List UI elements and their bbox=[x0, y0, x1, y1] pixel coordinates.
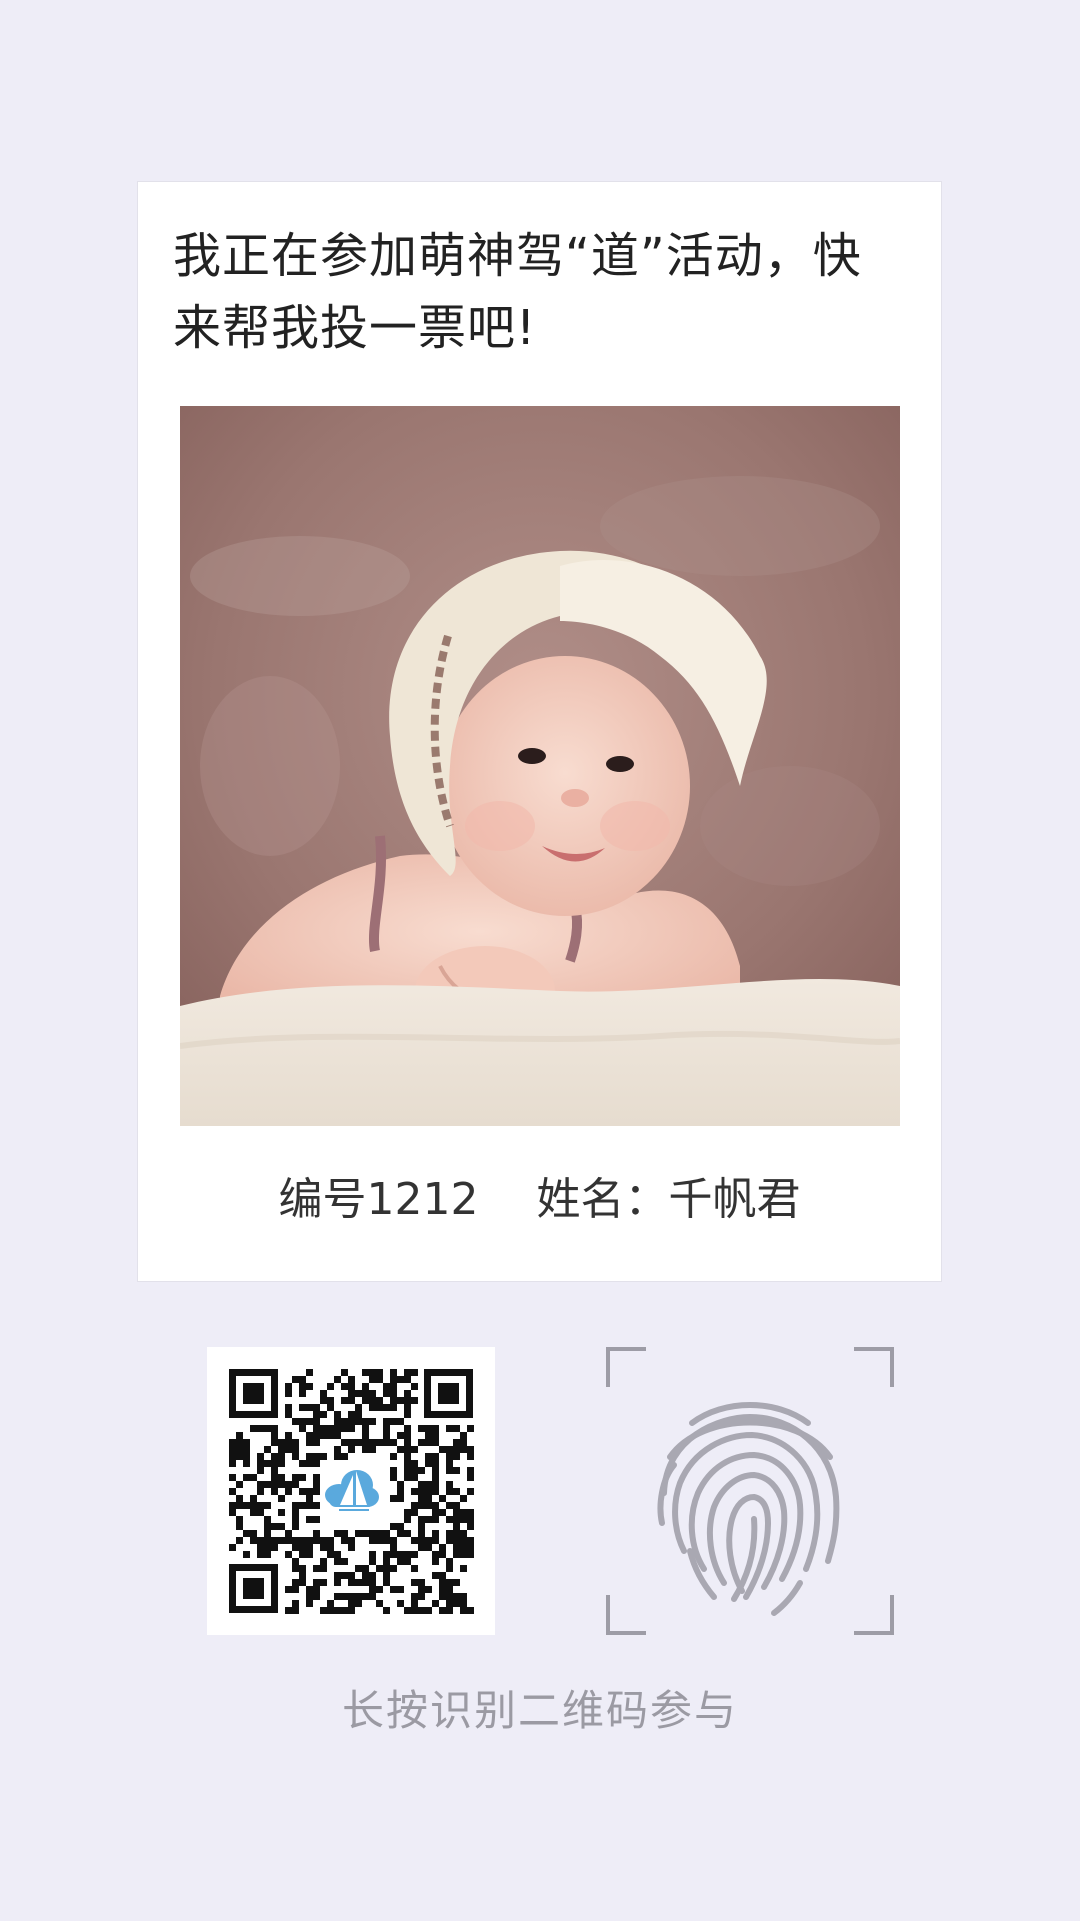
entry-info: 编号1212 姓名：千帆君 bbox=[138, 1170, 941, 1230]
vote-card: 我正在参加萌神驾“道”活动，快 来帮我投一票吧! 编号1212 姓名：千帆君 bbox=[137, 181, 942, 1282]
qr-code[interactable] bbox=[207, 1347, 495, 1635]
baby-photo bbox=[180, 406, 900, 1126]
headline-line-2: 来帮我投一票吧! bbox=[173, 300, 537, 356]
fingerprint-scan-area[interactable] bbox=[606, 1347, 894, 1635]
entry-name: 姓名：千帆君 bbox=[536, 1174, 801, 1225]
fingerprint-icon bbox=[606, 1347, 894, 1635]
scan-hint-text: 长按识别二维码参与 bbox=[341, 1686, 738, 1735]
vote-invitation-headline: 我正在参加萌神驾“道”活动，快 来帮我投一票吧! bbox=[173, 220, 908, 364]
cloud-sailboat-logo bbox=[321, 1461, 381, 1521]
qr-finder-top-right bbox=[424, 1369, 473, 1418]
qr-finder-bottom-left bbox=[229, 1564, 278, 1613]
qr-code-icon bbox=[207, 1347, 495, 1635]
headline-line-1: 我正在参加萌神驾“道”活动，快 bbox=[173, 228, 862, 284]
qr-finder-top-left bbox=[229, 1369, 278, 1418]
entry-number: 编号1212 bbox=[278, 1174, 479, 1225]
